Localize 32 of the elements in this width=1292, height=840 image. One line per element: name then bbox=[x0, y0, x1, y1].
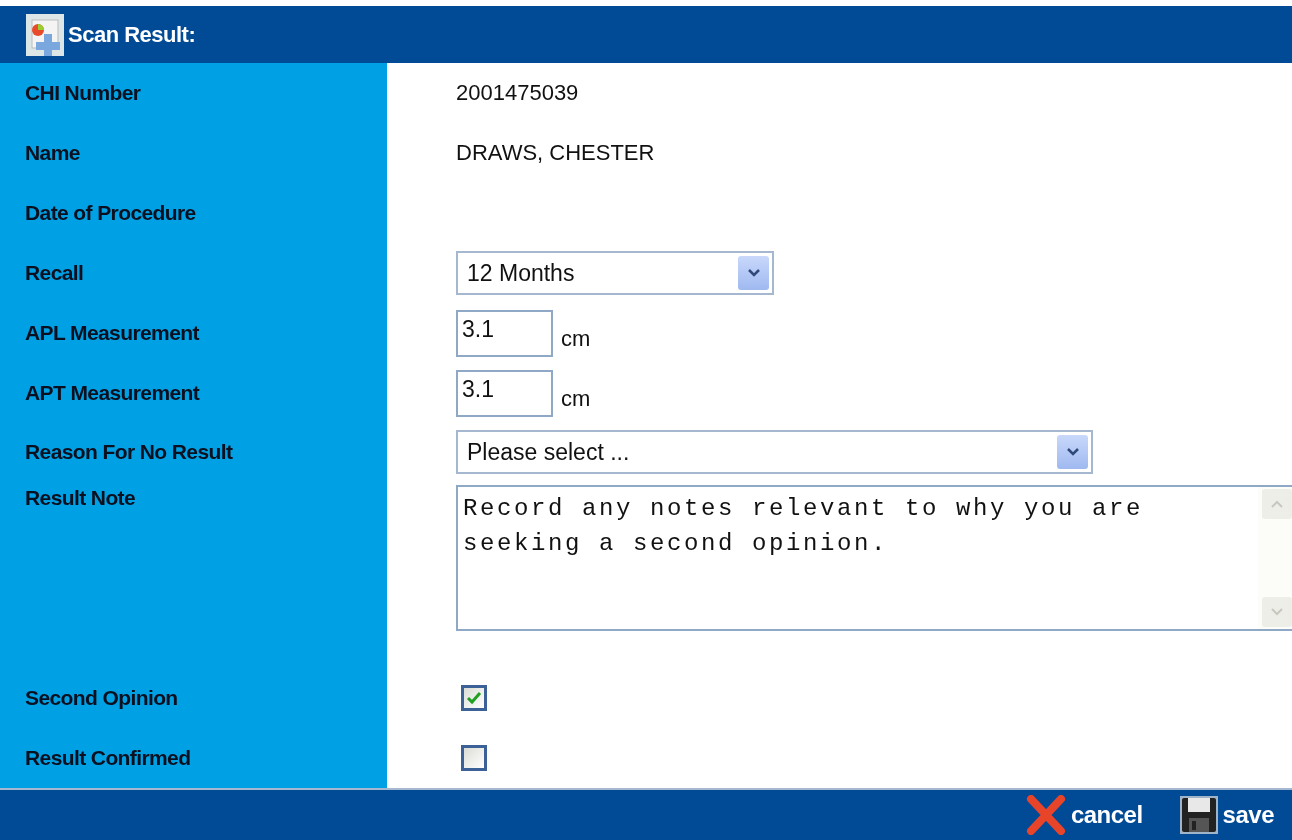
save-button[interactable]: save bbox=[1178, 795, 1274, 836]
dropdown[interactable]: Please select ... bbox=[456, 430, 1093, 475]
cancel-button[interactable]: cancel bbox=[1024, 795, 1143, 836]
unit-label: cm bbox=[561, 386, 591, 413]
chevron-down-icon bbox=[1066, 448, 1079, 457]
field-value: 2001475039 bbox=[456, 80, 579, 107]
field-label: Second Opinion bbox=[25, 686, 178, 711]
floppy-disk-icon bbox=[1178, 795, 1219, 836]
field-label: CHI Number bbox=[25, 81, 141, 106]
field-label: Reason For No Result bbox=[25, 440, 233, 465]
field-label: Name bbox=[25, 141, 80, 166]
field-label: APL Measurement bbox=[25, 321, 199, 346]
dropdown[interactable]: 12 Months bbox=[456, 251, 774, 296]
field-label: APT Measurement bbox=[25, 381, 200, 406]
window-title: Scan Result: bbox=[68, 21, 196, 48]
field-label: Date of Procedure bbox=[25, 201, 196, 226]
field-label: Result Confirmed bbox=[25, 746, 191, 771]
checkbox[interactable] bbox=[461, 685, 487, 712]
field-label: Result Note bbox=[25, 486, 136, 511]
check-icon bbox=[466, 691, 482, 706]
note-field[interactable]: Record any notes relevant to why you are seeking a second opinion. bbox=[456, 485, 1258, 632]
app-icon bbox=[26, 13, 64, 56]
unit-label: cm bbox=[561, 326, 591, 353]
field-value: DRAWS, CHESTER bbox=[456, 140, 655, 167]
dropdown-button[interactable] bbox=[738, 256, 769, 291]
field-label: Recall bbox=[25, 261, 84, 286]
input-field[interactable]: 3.1 bbox=[456, 369, 553, 417]
dropdown-button[interactable] bbox=[1057, 435, 1088, 470]
cross-icon bbox=[1024, 795, 1067, 836]
input-field[interactable]: 3.1 bbox=[456, 309, 553, 357]
checkbox[interactable] bbox=[461, 745, 487, 772]
chevron-down-icon bbox=[747, 269, 760, 278]
